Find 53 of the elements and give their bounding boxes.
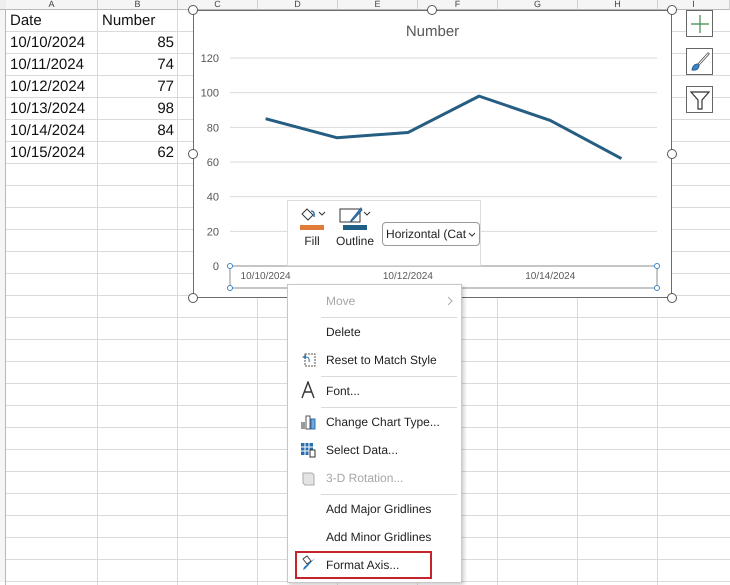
chart-filters-button[interactable] <box>686 86 713 113</box>
menu-item[interactable]: Add Minor Gridlines <box>288 523 461 551</box>
axis-label: 60 <box>206 157 219 169</box>
chevron-right-icon <box>447 296 453 306</box>
column-header[interactable]: H <box>578 0 658 10</box>
column-header[interactable]: C <box>178 0 258 10</box>
table-cell-text: 77 <box>156 77 175 97</box>
table-cell-text: 85 <box>156 33 175 53</box>
pencil-icon <box>339 207 364 223</box>
table-cell-text: 10/12/2024 <box>9 77 86 97</box>
axis-label: 0 <box>212 261 219 273</box>
chart-title: Number <box>406 23 460 40</box>
chart-elements-button[interactable] <box>686 10 713 37</box>
column-header[interactable]: E <box>338 0 418 10</box>
table-cell-text: 10/13/2024 <box>9 99 86 119</box>
column-header[interactable]: I <box>658 0 730 10</box>
cube-icon <box>300 470 316 486</box>
column-header[interactable]: D <box>258 0 338 10</box>
table-cell-text: 62 <box>156 143 175 163</box>
table-cell-text: 98 <box>156 99 175 119</box>
chart-styles-button[interactable] <box>686 48 713 75</box>
bar-chart-icon <box>300 414 316 430</box>
table-chart-icon <box>300 442 316 458</box>
column-header[interactable]: B <box>98 0 178 10</box>
table-cell-text: 10/11/2024 <box>9 55 85 75</box>
axis-label: 80 <box>206 122 219 134</box>
table-cell-text: Number <box>101 11 156 31</box>
reset-style-icon <box>300 352 316 368</box>
axis-label: 10/12/2024 <box>382 271 433 282</box>
axis-dropdown[interactable]: Horizontal (Cat <box>382 222 480 246</box>
menu-item[interactable]: Format Axis... <box>295 551 432 579</box>
column-header[interactable]: G <box>498 0 578 10</box>
letter-a-icon <box>300 381 316 399</box>
axis-label: 120 <box>200 53 219 65</box>
column-header[interactable]: A <box>6 0 98 10</box>
menu-item[interactable]: Select Data... <box>288 436 461 464</box>
table-cell-text: Date <box>9 11 43 31</box>
axis-label: 10/14/2024 <box>525 271 576 282</box>
axis-label: 10/10/2024 <box>240 271 291 282</box>
column-header[interactable]: F <box>418 0 498 10</box>
axis-label: 40 <box>206 192 219 204</box>
table-cell-text: 10/15/2024 <box>9 143 86 163</box>
fill-button[interactable]: Fill <box>296 207 328 248</box>
axis-label: 100 <box>200 88 219 100</box>
table-cell-text: 84 <box>156 121 175 141</box>
outline-button[interactable]: Outline <box>334 207 376 248</box>
menu-item[interactable]: Reset to Match Style <box>288 346 461 374</box>
table-cell-text: 10/10/2024 <box>9 33 86 53</box>
format-brush-icon <box>301 555 317 571</box>
table-cell-text: 74 <box>156 55 175 75</box>
table-cell-text: 10/14/2024 <box>9 121 86 141</box>
axis-label: 20 <box>206 226 219 238</box>
caret-icon <box>468 230 476 238</box>
